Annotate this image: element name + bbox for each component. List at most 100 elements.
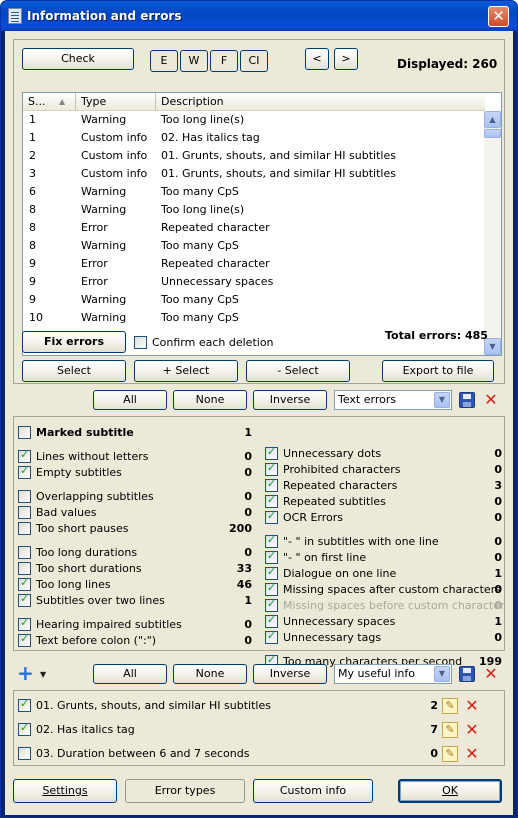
error-type-option[interactable]: Empty subtitles — [18, 464, 248, 481]
error-type-option[interactable]: Missing spaces after custom characters — [265, 581, 501, 598]
error-type-option[interactable]: Unnecessary spaces — [265, 613, 495, 630]
next-button[interactable]: > — [334, 48, 358, 70]
error-type-option[interactable]: "- " on first line — [265, 549, 495, 566]
checkbox[interactable] — [18, 632, 31, 647]
checkbox[interactable] — [265, 581, 278, 596]
chevron-down-icon[interactable]: ▼ — [434, 392, 450, 408]
column-subtitle[interactable]: S... ▲ — [23, 93, 76, 110]
checkbox[interactable] — [18, 616, 31, 631]
error-type-option[interactable]: Lines without letters — [18, 448, 248, 465]
table-row[interactable]: 9 Error Repeated character — [23, 255, 485, 273]
checkbox[interactable] — [18, 506, 31, 519]
checkbox[interactable] — [18, 721, 31, 736]
error-type-option[interactable]: OCR Errors — [265, 509, 495, 526]
save-icon[interactable] — [459, 392, 475, 408]
add-icon[interactable]: + — [17, 663, 34, 683]
error-type-option[interactable]: Too short durations — [18, 561, 248, 577]
table-row[interactable]: 3 Custom info 01. Grunts, shouts, and simi… — [23, 165, 485, 183]
checkbox[interactable] — [265, 565, 278, 580]
edit-icon[interactable]: ✎ — [442, 746, 458, 762]
tab-custom-info[interactable]: Custom info — [253, 779, 373, 803]
edit-icon[interactable]: ✎ — [442, 722, 458, 738]
checkbox[interactable] — [18, 546, 31, 559]
error-type-option[interactable]: Repeated subtitles — [265, 493, 495, 510]
filter-fatal-button[interactable]: F — [210, 50, 238, 72]
errors-all-button[interactable]: All — [93, 390, 167, 410]
errors-none-button[interactable]: None — [173, 390, 247, 410]
table-row[interactable]: 1 Warning Too long line(s) — [23, 111, 485, 129]
custom-inverse-button[interactable]: Inverse — [253, 664, 327, 684]
custom-all-button[interactable]: All — [93, 664, 167, 684]
settings-button[interactable]: Settings — [13, 779, 117, 803]
error-type-option[interactable]: Text before colon (":") — [18, 632, 248, 649]
fix-errors-button[interactable]: Fix errors — [22, 331, 126, 353]
chevron-down-icon[interactable]: ▼ — [40, 670, 46, 679]
column-type[interactable]: Type — [76, 93, 156, 110]
close-button[interactable]: ✕ — [488, 6, 509, 27]
filter-warnings-button[interactable]: W — [180, 50, 208, 72]
checkbox[interactable] — [265, 445, 278, 460]
error-type-option[interactable]: Subtitles over two lines — [18, 592, 248, 609]
error-type-option[interactable]: Too short pauses — [18, 521, 248, 537]
checkbox[interactable] — [18, 448, 31, 463]
chevron-down-icon[interactable]: ▼ — [434, 666, 450, 682]
error-type-option[interactable]: Dialogue on one line — [265, 565, 495, 582]
custom-none-button[interactable]: None — [173, 664, 247, 684]
checkbox[interactable] — [18, 522, 31, 535]
table-row[interactable]: 8 Warning Too many CpS — [23, 237, 485, 255]
delete-icon[interactable]: ✕ — [464, 746, 480, 762]
checkbox[interactable] — [18, 490, 31, 503]
custom-info-item[interactable]: 03. Duration between 6 and 7 seconds — [18, 746, 398, 762]
checkbox[interactable] — [265, 613, 278, 628]
export-to-file-button[interactable]: Export to file — [382, 360, 494, 382]
error-type-option[interactable]: Too long lines — [18, 576, 248, 593]
checkbox[interactable] — [265, 533, 278, 548]
error-type-option[interactable]: Repeated characters — [265, 477, 495, 494]
error-type-option[interactable]: Missing spaces before custom character — [265, 597, 505, 614]
checkbox[interactable] — [265, 509, 278, 524]
table-row[interactable]: 10 Warning Too many CpS — [23, 309, 485, 327]
error-type-option[interactable]: Prohibited characters — [265, 461, 495, 478]
checkbox[interactable] — [265, 549, 278, 564]
table-row[interactable]: 8 Warning Too long line(s) — [23, 201, 485, 219]
table-row[interactable]: 9 Error Unnecessary spaces — [23, 273, 485, 291]
error-type-option[interactable]: Unnecessary dots — [265, 445, 495, 462]
custom-preset-select[interactable]: My useful info ▼ — [334, 664, 452, 684]
results-table[interactable]: S... ▲ Type Description 1 Warning Too long … — [22, 92, 502, 356]
error-type-option[interactable]: Bad values — [18, 505, 248, 521]
checkbox[interactable] — [18, 592, 31, 607]
checkbox[interactable] — [134, 336, 147, 349]
delete-icon[interactable]: ✕ — [464, 722, 480, 738]
table-row[interactable]: 8 Error Repeated character — [23, 219, 485, 237]
checkbox[interactable] — [18, 562, 31, 575]
table-row[interactable]: 9 Warning Too many CpS — [23, 291, 485, 309]
checkbox[interactable] — [265, 461, 278, 476]
previous-button[interactable]: < — [305, 48, 329, 70]
save-icon[interactable] — [459, 666, 475, 682]
delete-icon[interactable]: ✕ — [483, 392, 499, 408]
table-row[interactable]: 2 Custom info 01. Grunts, shouts, and simi… — [23, 147, 485, 165]
errors-inverse-button[interactable]: Inverse — [253, 390, 327, 410]
checkbox[interactable] — [18, 426, 31, 439]
checkbox[interactable] — [18, 697, 31, 712]
delete-icon[interactable]: ✕ — [483, 666, 499, 682]
table-scrollbar[interactable]: ▲ ▼ — [484, 111, 501, 355]
table-row[interactable]: 6 Warning Too many CpS — [23, 183, 485, 201]
plus-select-button[interactable]: + Select — [134, 360, 238, 382]
checkbox[interactable] — [18, 464, 31, 479]
custom-info-item[interactable]: 01. Grunts, shouts, and similar HI subti… — [18, 697, 398, 714]
scroll-up-button[interactable]: ▲ — [484, 111, 501, 128]
delete-icon[interactable]: ✕ — [464, 698, 480, 714]
minus-select-button[interactable]: - Select — [246, 360, 350, 382]
filter-errors-button[interactable]: E — [150, 50, 178, 72]
filter-custom-info-button[interactable]: CI — [240, 50, 268, 72]
table-row[interactable]: 1 Custom info 02. Has italics tag — [23, 129, 485, 147]
errors-preset-select[interactable]: Text errors ▼ — [334, 390, 452, 410]
edit-icon[interactable]: ✎ — [442, 698, 458, 714]
checkbox[interactable] — [18, 747, 31, 760]
select-button[interactable]: Select — [22, 360, 126, 382]
checkbox[interactable] — [265, 597, 278, 612]
error-type-option[interactable]: "- " in subtitles with one line — [265, 533, 495, 550]
checkbox[interactable] — [18, 576, 31, 591]
ok-button[interactable]: OK — [398, 779, 502, 803]
